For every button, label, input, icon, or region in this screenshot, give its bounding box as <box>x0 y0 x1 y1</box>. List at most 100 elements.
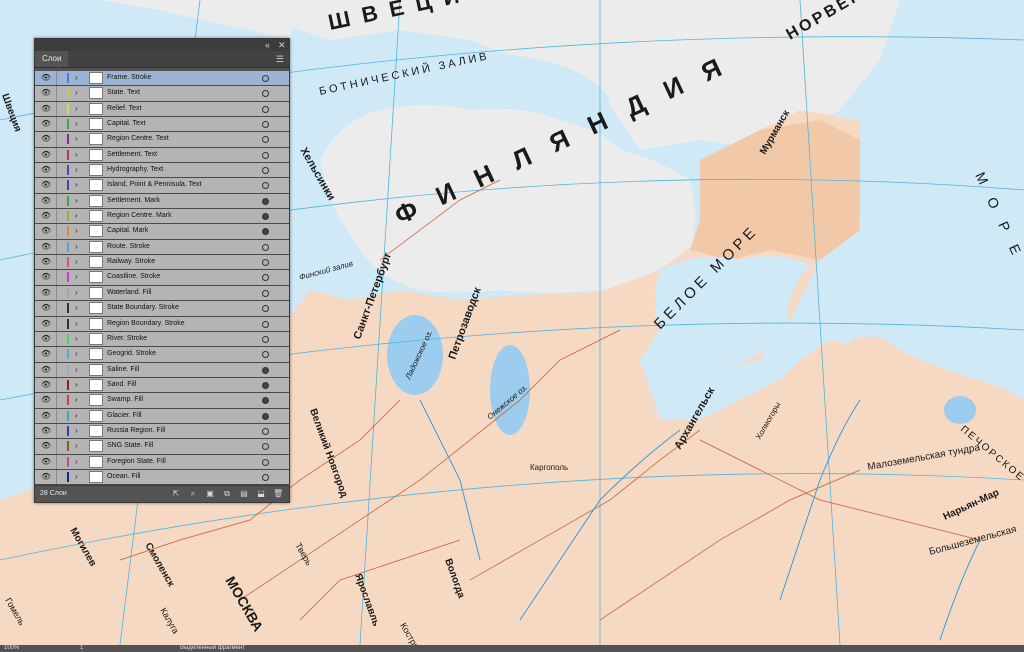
layer-row[interactable]: 👁 › Waterland. Fill <box>35 285 289 302</box>
expand-arrow-icon[interactable]: › <box>75 103 78 115</box>
eye-icon[interactable]: 👁 <box>40 73 52 83</box>
target-circle-icon[interactable] <box>262 458 269 466</box>
layer-row[interactable]: 👁 › Russia Region. Fill <box>35 423 289 440</box>
target-circle-icon[interactable] <box>262 274 269 282</box>
layer-row[interactable]: 👁 › Sand. Fill <box>35 377 289 394</box>
layer-name[interactable]: Route. Stroke <box>107 240 150 254</box>
eye-icon[interactable]: 👁 <box>40 365 52 375</box>
expand-arrow-icon[interactable]: › <box>75 425 78 437</box>
target-circle-icon[interactable] <box>262 90 269 98</box>
eye-icon[interactable]: 👁 <box>40 349 52 359</box>
expand-arrow-icon[interactable]: › <box>75 302 78 314</box>
target-circle-icon[interactable] <box>262 259 269 267</box>
target-circle-icon[interactable] <box>262 427 269 435</box>
layer-row[interactable]: 👁 › Capital. Mark <box>35 224 289 240</box>
eye-icon[interactable]: 👁 <box>40 180 52 190</box>
layer-row[interactable]: 👁 › Settlement. Mark <box>35 193 289 210</box>
layer-name[interactable]: Hydrography. Text <box>107 163 163 177</box>
expand-arrow-icon[interactable]: › <box>75 72 78 84</box>
layer-row[interactable]: 👁 › Coastline. Stroke <box>35 270 289 286</box>
collapse-panel-icon[interactable]: « <box>265 39 270 51</box>
eye-icon[interactable]: 👁 <box>40 395 52 405</box>
target-circle-icon[interactable] <box>262 105 269 113</box>
target-circle-icon[interactable] <box>262 151 269 159</box>
expand-arrow-icon[interactable]: › <box>75 379 78 391</box>
layer-name[interactable]: State Boundary. Stroke <box>107 301 179 315</box>
target-circle-icon[interactable] <box>262 412 269 420</box>
layer-name[interactable]: Foregion State. Fill <box>107 455 166 469</box>
expand-arrow-icon[interactable]: › <box>75 164 78 176</box>
artboard-number[interactable]: 1 <box>80 644 83 652</box>
layer-row[interactable]: 👁 › Saline. Fill <box>35 362 289 378</box>
layer-name[interactable]: SNG State. Fill <box>107 439 153 453</box>
target-circle-icon[interactable] <box>262 381 269 389</box>
clip-mask-icon[interactable]: ▣ <box>205 489 215 498</box>
expand-arrow-icon[interactable]: › <box>75 241 78 253</box>
expand-arrow-icon[interactable]: › <box>75 456 78 468</box>
layer-name[interactable]: Ocean. Fill <box>107 470 140 484</box>
eye-icon[interactable]: 👁 <box>40 319 52 329</box>
layer-name[interactable]: Region Centre. Mark <box>107 209 172 223</box>
layer-row[interactable]: 👁 › Region Centre. Mark <box>35 209 289 225</box>
layer-row[interactable]: 👁 › Route. Stroke <box>35 239 289 256</box>
target-circle-icon[interactable] <box>262 213 269 221</box>
new-sublayer-icon[interactable]: ⧉ <box>222 489 232 498</box>
layer-name[interactable]: Region Boundary. Stroke <box>107 317 185 331</box>
layer-row[interactable]: 👁 › SNG State. Fill <box>35 439 289 455</box>
trash-icon[interactable]: 🗑 <box>273 489 283 498</box>
expand-arrow-icon[interactable]: › <box>75 87 78 99</box>
expand-arrow-icon[interactable]: › <box>75 318 78 330</box>
eye-icon[interactable]: 👁 <box>40 334 52 344</box>
eye-icon[interactable]: 👁 <box>40 472 52 482</box>
expand-arrow-icon[interactable]: › <box>75 149 78 161</box>
expand-arrow-icon[interactable]: › <box>75 256 78 268</box>
expand-arrow-icon[interactable]: › <box>75 118 78 130</box>
duplicate-icon[interactable]: ⬓ <box>256 489 266 498</box>
expand-arrow-icon[interactable]: › <box>75 271 78 283</box>
layer-name[interactable]: Coastline. Stroke <box>107 270 160 284</box>
layer-row[interactable]: 👁 › Island, Point & Pennisula. Text <box>35 178 289 194</box>
layer-row[interactable]: 👁 › Glacier. Fill <box>35 408 289 424</box>
expand-arrow-icon[interactable]: › <box>75 348 78 360</box>
target-circle-icon[interactable] <box>262 182 269 190</box>
target-circle-icon[interactable] <box>262 136 269 144</box>
layer-row[interactable]: 👁 › Hydrography. Text <box>35 163 289 179</box>
layer-row[interactable]: 👁 › Ocean. Fill <box>35 469 289 486</box>
layer-name[interactable]: Settlement. Text <box>107 148 157 162</box>
layer-name[interactable]: State. Text <box>107 86 140 100</box>
eye-icon[interactable]: 👁 <box>40 426 52 436</box>
zoom-level[interactable]: 100% <box>4 644 19 652</box>
layer-name[interactable]: Glacier. Fill <box>107 409 142 423</box>
layer-row[interactable]: 👁 › State Boundary. Stroke <box>35 301 289 317</box>
eye-icon[interactable]: 👁 <box>40 165 52 175</box>
close-panel-icon[interactable]: ✕ <box>278 39 286 51</box>
expand-arrow-icon[interactable]: › <box>75 133 78 145</box>
layer-row[interactable]: 👁 › Region Boundary. Stroke <box>35 316 289 332</box>
layer-row[interactable]: 👁 › Foregion State. Fill <box>35 454 289 470</box>
eye-icon[interactable]: 👁 <box>40 242 52 252</box>
layer-name[interactable]: Relief. Text <box>107 102 142 116</box>
layer-name[interactable]: Settlement. Mark <box>107 194 160 208</box>
layer-name[interactable]: Railway. Stroke <box>107 255 155 269</box>
search-icon[interactable]: ⌕ <box>188 489 198 498</box>
eye-icon[interactable]: 👁 <box>40 104 52 114</box>
layer-name[interactable]: Frame. Stroke <box>107 71 151 85</box>
expand-arrow-icon[interactable]: › <box>75 364 78 376</box>
layer-name[interactable]: Capital. Mark <box>107 224 148 238</box>
layer-row[interactable]: 👁 › Geogrid. Stroke <box>35 347 289 363</box>
eye-icon[interactable]: 👁 <box>40 380 52 390</box>
layer-row[interactable]: 👁 › Relief. Text <box>35 101 289 118</box>
target-circle-icon[interactable] <box>262 443 269 451</box>
eye-icon[interactable]: 👁 <box>40 288 52 298</box>
expand-arrow-icon[interactable]: › <box>75 394 78 406</box>
target-circle-icon[interactable] <box>262 197 269 205</box>
layer-name[interactable]: Waterland. Fill <box>107 286 151 300</box>
layer-row[interactable]: 👁 › Swamp. Fill <box>35 393 289 409</box>
target-circle-icon[interactable] <box>262 243 269 251</box>
eye-icon[interactable]: 👁 <box>40 119 52 129</box>
tab-layers[interactable]: Слои <box>35 51 69 67</box>
target-circle-icon[interactable] <box>262 228 269 236</box>
eye-icon[interactable]: 👁 <box>40 196 52 206</box>
eye-icon[interactable]: 👁 <box>40 211 52 221</box>
layer-name[interactable]: Capital. Text <box>107 117 145 131</box>
